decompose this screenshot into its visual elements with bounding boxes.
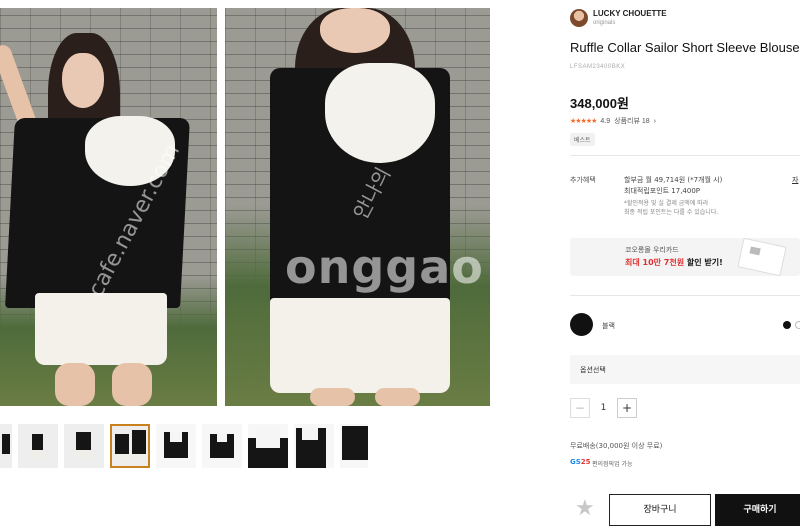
- shipping-info: 무료배송(30,000원 이상 무료): [570, 442, 663, 450]
- add-to-cart-button[interactable]: 장바구니: [609, 494, 711, 526]
- favorite-star-icon[interactable]: ★: [575, 498, 595, 520]
- installment-text: 할부금 월 49,714원 (*7개월 시): [624, 176, 723, 184]
- points-text: 최대적립포인트 17,400P: [624, 187, 701, 195]
- thumbnail-item[interactable]: [202, 424, 242, 468]
- divider: [570, 295, 800, 296]
- seller-avatar: [570, 9, 588, 27]
- color-dot-white[interactable]: [795, 321, 800, 329]
- pickup-info: 편의점픽업 가능: [592, 461, 633, 468]
- gs25-logo-letters: GS: [570, 458, 581, 466]
- quantity-plus-button[interactable]: +: [617, 398, 637, 418]
- gs25-logo-number: 25: [580, 458, 591, 466]
- gs25-logo-icon: GS25: [570, 458, 591, 466]
- card-promo-highlight: 최대 10만 7천원: [625, 258, 685, 267]
- thumbnail-item[interactable]: [340, 424, 368, 468]
- benefit-details: 할부금 월 49,714원 (*7개월 시) 최대적립포인트 17,400P: [624, 175, 722, 197]
- model-leg: [55, 363, 95, 406]
- best-badge: 베스트: [570, 133, 595, 146]
- chevron-right-icon: ›: [653, 117, 656, 125]
- rating-row[interactable]: ★★★★★ 4.9 상품리뷰 18 ›: [570, 116, 656, 126]
- benefit-note: *할인적용 및 실 결제 금액에 따라 최종 적립 포인트는 다를 수 있습니다…: [624, 199, 718, 217]
- white-ruffle-collar: [85, 116, 175, 186]
- seller-subtitle: originals: [593, 20, 616, 26]
- thumbnail-item-active[interactable]: [110, 424, 150, 468]
- model-leg: [112, 363, 152, 406]
- product-title: Ruffle Collar Sailor Short Sleeve Blouse: [570, 40, 800, 55]
- product-price: 348,000원: [570, 96, 629, 111]
- seller-name: LUCKY CHOUETTE: [593, 9, 667, 18]
- product-code: LFSAM23400BKX: [570, 64, 626, 70]
- white-ruffle-collar: [325, 63, 435, 163]
- thumbnail-item[interactable]: [294, 424, 334, 468]
- quantity-value: 1: [600, 403, 607, 413]
- option-select-label: 옵션선택: [580, 366, 606, 374]
- white-shorts: [35, 293, 167, 365]
- benefit-label: 추가혜택: [570, 176, 596, 184]
- benefit-detail-link[interactable]: 자: [792, 175, 798, 185]
- product-info-panel: LUCKY CHOUETTE originals Ruffle Collar S…: [570, 0, 800, 527]
- color-name: 블랙: [602, 322, 615, 330]
- benefit-note-line: 최종 적립 포인트는 다를 수 있습니다.: [624, 209, 719, 216]
- option-select-dropdown[interactable]: 옵션선택: [570, 355, 800, 384]
- benefit-note-line: *할인적용 및 실 결제 금액에 따라: [624, 200, 709, 207]
- quantity-stepper: − 1 +: [570, 398, 637, 418]
- divider: [570, 155, 800, 156]
- product-photo-1[interactable]: cafe.naver.com: [0, 8, 217, 406]
- buy-now-button[interactable]: 구매하기: [715, 494, 800, 526]
- white-shorts: [270, 298, 450, 393]
- thumbnail-item[interactable]: [64, 424, 104, 468]
- model-leg: [310, 388, 355, 406]
- card-promo-text: 최대 10만 7천원 할인 받기!: [625, 257, 723, 268]
- credit-card-icon: [737, 237, 787, 277]
- quantity-minus-button[interactable]: −: [570, 398, 590, 418]
- review-count-link[interactable]: 상품리뷰 18: [614, 116, 650, 126]
- card-promo-suffix: 할인 받기!: [684, 258, 723, 267]
- card-promo-banner[interactable]: 코오롱몰 우리카드 최대 10만 7천원 할인 받기!: [570, 237, 800, 277]
- thumbnail-strip: [0, 424, 368, 470]
- card-promo-title: 코오롱몰 우리카드: [625, 246, 679, 254]
- thumbnail-item[interactable]: [248, 424, 288, 468]
- color-dot-black[interactable]: [783, 321, 791, 329]
- product-photo-2[interactable]: 안나의: [225, 8, 490, 406]
- color-swatch-black[interactable]: [570, 313, 593, 336]
- rating-value: 4.9: [600, 117, 611, 125]
- product-page: cafe.naver.com 안나의 onggao LUCKY CHOUETTE…: [0, 0, 800, 527]
- star-rating-icon: ★★★★★: [570, 118, 597, 125]
- model-face: [320, 8, 390, 53]
- thumbnail-item[interactable]: [156, 424, 196, 468]
- thumbnail-item[interactable]: [0, 424, 12, 468]
- thumbnail-item[interactable]: [18, 424, 58, 468]
- seller-info[interactable]: LUCKY CHOUETTE originals: [570, 9, 667, 27]
- model-leg: [375, 388, 420, 406]
- model-face: [62, 53, 104, 108]
